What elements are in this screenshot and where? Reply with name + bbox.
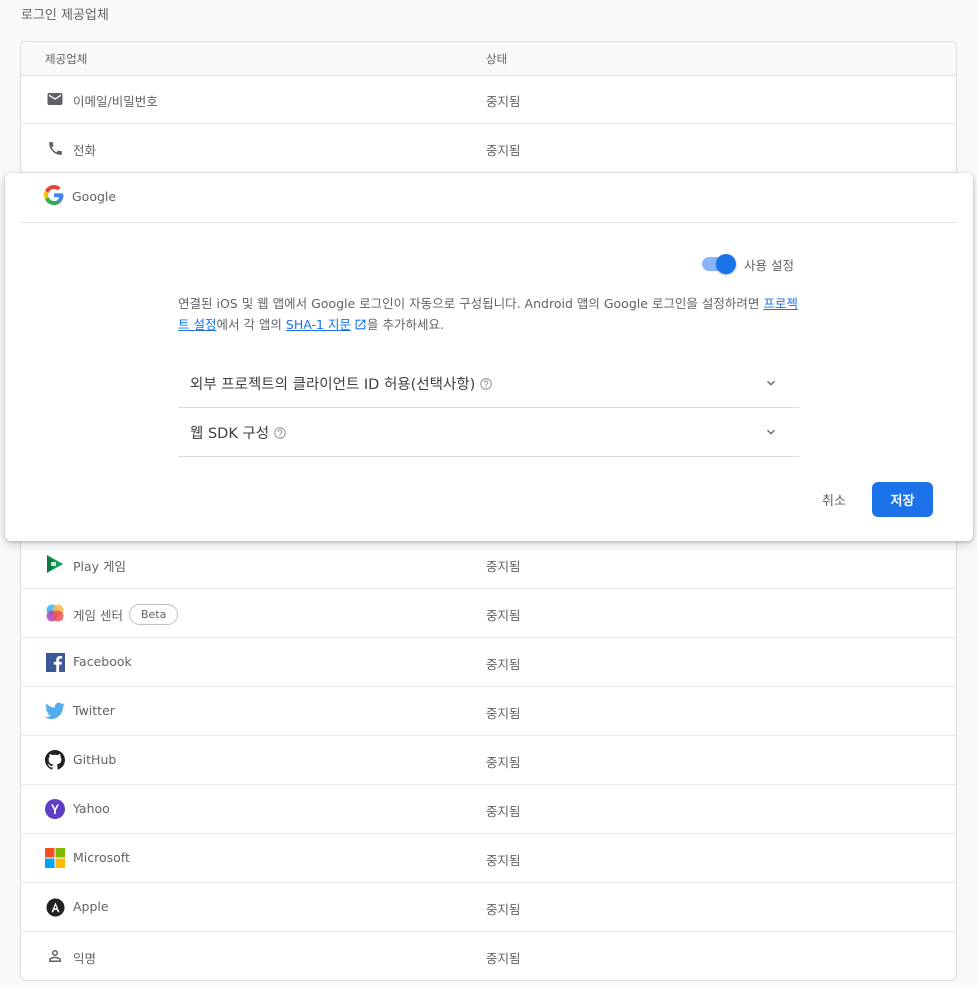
provider-name: 전화 bbox=[73, 143, 97, 158]
google-icon bbox=[44, 185, 64, 205]
enable-toggle[interactable] bbox=[702, 254, 738, 274]
expander-label: 웹 SDK 구성 bbox=[190, 422, 287, 443]
expander-label: 외부 프로젝트의 클라이언트 ID 허용(선택사항) bbox=[190, 373, 493, 394]
facebook-icon bbox=[45, 652, 65, 672]
provider-row-yahoo[interactable]: Yahoo 중지됨 bbox=[21, 785, 956, 834]
microsoft-icon bbox=[45, 848, 65, 868]
provider-status: 중지됨 bbox=[486, 853, 521, 868]
provider-name: Microsoft bbox=[73, 850, 130, 865]
provider-status: 중지됨 bbox=[486, 706, 521, 721]
provider-row-game-center[interactable]: 게임 센터 Beta 중지됨 bbox=[21, 589, 956, 638]
provider-status: 중지됨 bbox=[486, 902, 521, 917]
provider-status: 중지됨 bbox=[486, 657, 521, 672]
sha1-fingerprint-link[interactable]: SHA-1 지문 bbox=[286, 317, 367, 332]
provider-status: 중지됨 bbox=[486, 143, 521, 158]
provider-name: Yahoo bbox=[73, 801, 110, 816]
provider-status: 중지됨 bbox=[486, 804, 521, 819]
provider-name: Google bbox=[72, 189, 117, 204]
provider-row-anonymous[interactable]: 익명 중지됨 bbox=[21, 932, 956, 980]
provider-row-facebook[interactable]: Facebook 중지됨 bbox=[21, 638, 956, 687]
google-provider-panel: Google 사용 설정 연결된 iOS 및 웹 앱에서 Google 로그인이… bbox=[5, 173, 973, 541]
enable-toggle-label: 사용 설정 bbox=[744, 258, 794, 273]
column-header-status: 상태 bbox=[486, 52, 508, 66]
google-panel-header[interactable]: Google bbox=[21, 173, 957, 223]
provider-name: Twitter bbox=[73, 703, 115, 718]
yahoo-icon bbox=[45, 799, 65, 819]
provider-status: 중지됨 bbox=[486, 94, 521, 109]
provider-name: Apple bbox=[73, 899, 109, 914]
column-header-provider: 제공업체 bbox=[45, 52, 88, 66]
provider-name: 게임 센터 Beta bbox=[73, 604, 179, 627]
twitter-icon bbox=[45, 701, 65, 721]
github-icon bbox=[45, 750, 65, 770]
provider-name: 익명 bbox=[73, 951, 97, 966]
provider-status: 중지됨 bbox=[486, 755, 521, 770]
provider-name: GitHub bbox=[73, 752, 117, 767]
chevron-down-icon bbox=[767, 380, 775, 386]
save-button[interactable]: 저장 bbox=[872, 482, 933, 517]
provider-row-github[interactable]: GitHub 중지됨 bbox=[21, 736, 956, 785]
provider-row-twitter[interactable]: Twitter 중지됨 bbox=[21, 687, 956, 736]
provider-row-microsoft[interactable]: Microsoft 중지됨 bbox=[21, 834, 956, 883]
provider-row-apple[interactable]: Apple 중지됨 bbox=[21, 883, 956, 932]
email-icon bbox=[45, 89, 65, 109]
beta-badge: Beta bbox=[128, 604, 179, 625]
provider-status: 중지됨 bbox=[486, 608, 521, 623]
help-icon[interactable] bbox=[273, 426, 287, 440]
external-link-icon bbox=[355, 319, 366, 330]
phone-icon bbox=[45, 138, 65, 158]
web-sdk-config-expander[interactable]: 웹 SDK 구성 bbox=[178, 407, 799, 457]
provider-name: Play 게임 bbox=[73, 559, 127, 574]
cancel-button[interactable]: 취소 bbox=[810, 482, 858, 516]
help-icon[interactable] bbox=[479, 377, 493, 391]
play-games-icon bbox=[45, 554, 65, 574]
game-center-icon bbox=[45, 603, 65, 623]
anonymous-icon bbox=[45, 946, 65, 966]
table-header: 제공업체 상태 bbox=[21, 42, 956, 76]
provider-name: Facebook bbox=[73, 654, 132, 669]
google-description: 연결된 iOS 및 웹 앱에서 Google 로그인이 자동으로 구성됩니다. … bbox=[178, 296, 798, 332]
provider-status: 중지됨 bbox=[486, 559, 521, 574]
provider-row-phone[interactable]: 전화 중지됨 bbox=[21, 124, 956, 173]
provider-status: 중지됨 bbox=[486, 951, 521, 966]
external-client-id-expander[interactable]: 외부 프로젝트의 클라이언트 ID 허용(선택사항) bbox=[178, 358, 799, 408]
provider-row-play-games[interactable]: Play 게임 중지됨 bbox=[21, 540, 956, 589]
toggle-thumb bbox=[716, 254, 736, 274]
apple-icon bbox=[45, 897, 65, 917]
provider-row-email[interactable]: 이메일/비밀번호 중지됨 bbox=[21, 75, 956, 124]
provider-name: 이메일/비밀번호 bbox=[73, 94, 158, 109]
chevron-down-icon bbox=[767, 429, 775, 435]
section-title: 로그인 제공업체 bbox=[21, 8, 109, 23]
